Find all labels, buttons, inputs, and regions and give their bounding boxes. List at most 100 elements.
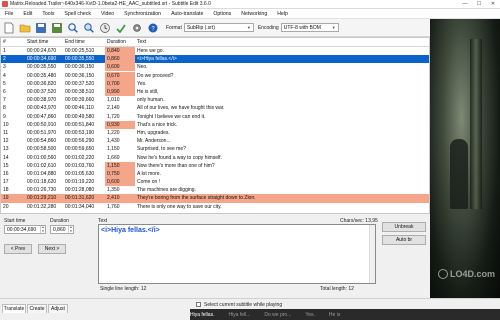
table-row[interactable]: 5 00:00:36,820 00:00:37,520 0,700 Yes. [1, 79, 429, 88]
timeline-sub[interactable]: Hiya fellas. [190, 312, 214, 318]
encoding-value: UTF-8 with BOM [283, 24, 321, 31]
timeline-sub[interactable]: Yes. [305, 312, 315, 318]
new-file-icon[interactable] [2, 21, 16, 35]
row-duration: 0,600 [105, 178, 135, 187]
menu-help[interactable]: Help [272, 11, 293, 17]
replace-icon[interactable] [82, 21, 96, 35]
table-row[interactable]: 8 00:00:43,970 00:00:46,110 2,140 All of our… [1, 104, 429, 112]
row-start-time: 00:00:50,910 [27, 121, 57, 128]
row-number: 5 [3, 80, 6, 87]
table-row[interactable]: 14 00:01:00,560 00:01:02,220 1,660 Now he's … [1, 153, 429, 161]
select-while-playing-checkbox[interactable] [196, 302, 201, 307]
row-duration: 1,430 [107, 138, 120, 145]
column-duration[interactable]: Duration [105, 38, 135, 46]
menu-options[interactable]: Options [208, 11, 236, 17]
format-select[interactable]: SubRip (.srt) ▼ [183, 23, 254, 32]
timeline-sub[interactable]: He is [329, 312, 340, 318]
video-player[interactable]: LO4D.com [430, 19, 500, 301]
row-start-time: 00:00:37,520 [27, 89, 57, 96]
table-row[interactable]: 20 00:01:32,280 00:01:34,040 1,760 There is … [1, 203, 429, 211]
minimize-button[interactable]: — [458, 1, 472, 7]
next-button[interactable]: Next > [38, 244, 66, 254]
row-end-time: 00:00:51,840 [65, 121, 95, 128]
save-as-icon[interactable] [50, 21, 64, 35]
row-end-time: 00:01:19,220 [65, 179, 95, 186]
encoding-select[interactable]: UTF-8 with BOM ▼ [280, 23, 339, 32]
duration-input[interactable]: 0,860 ▲ ▼ [50, 225, 74, 234]
menu-edit[interactable]: Edit [18, 11, 37, 17]
row-text: The machines are digging. [137, 187, 196, 194]
subtitle-timeline[interactable]: Hiya fellas. Hiya fell... Do we pro... Y… [190, 309, 500, 320]
row-duration: 1,150 [105, 161, 135, 170]
column-text[interactable]: Text [135, 38, 429, 46]
settings-icon[interactable] [130, 21, 144, 35]
tab-create[interactable]: Create [27, 304, 47, 313]
row-text: A lot more. [137, 170, 161, 177]
row-text: All of our lives, we have fought this wa… [137, 105, 225, 112]
table-row[interactable]: 19 00:01:29,210 00:01:31,620 2,410 They're b… [1, 194, 429, 203]
table-row[interactable]: 10 00:00:50,910 00:00:51,840 0,930 That's a … [1, 120, 429, 129]
visual-sync-icon[interactable] [98, 21, 112, 35]
prev-button[interactable]: < Prev [4, 244, 32, 254]
table-row[interactable]: 6 00:00:37,520 00:00:38,510 0,990 He is stil… [1, 88, 429, 97]
unbreak-button[interactable]: Unbreak [382, 222, 426, 232]
menu-tools[interactable]: Tools [37, 11, 59, 17]
subtitle-text-editor[interactable]: <i>Hiya fellas.</i> [98, 224, 376, 284]
spinner-icon[interactable]: ▲ ▼ [40, 225, 45, 233]
menu-synchronization[interactable]: Synchronization [119, 11, 166, 17]
row-end-time: 00:00:53,190 [65, 129, 95, 136]
menu-file[interactable]: File [0, 11, 18, 17]
table-row[interactable]: 2 00:00:34,690 00:00:35,550 0,860 <i>Hiya fe… [1, 55, 429, 64]
table-row[interactable]: 15 00:01:02,610 00:01:03,760 1,150 Now there… [1, 161, 429, 170]
row-end-time: 00:00:49,580 [65, 113, 95, 120]
table-row[interactable]: 11 00:00:51,970 00:00:53,190 1,220 Hm, upgra… [1, 129, 429, 137]
table-row[interactable]: 7 00:00:38,970 00:00:39,660 1,010 only human… [1, 96, 429, 104]
table-row[interactable]: 13 00:00:58,500 00:00:59,650 1,150 Surprised… [1, 145, 429, 153]
table-row[interactable]: 17 00:01:18,620 00:01:19,220 0,600 Come on ! [1, 178, 429, 187]
table-row[interactable]: 9 00:00:47,860 00:00:49,580 1,720 Tonight I … [1, 113, 429, 121]
maximize-button[interactable]: ☐ [472, 1, 486, 7]
text-scrollbar[interactable] [369, 225, 375, 283]
spell-check-icon[interactable] [114, 21, 128, 35]
column-start-time[interactable]: Start time [25, 38, 63, 46]
tab-translate[interactable]: Translate [2, 304, 26, 313]
subtitle-list[interactable]: # Start time End time Duration Text 1 00:… [0, 37, 430, 214]
table-row[interactable]: 18 00:01:26,730 00:01:28,080 1,350 The machi… [1, 186, 429, 194]
timeline-sub[interactable]: Do we pro... [264, 312, 291, 318]
watermark-logo-icon [438, 269, 448, 279]
row-duration: 1,660 [107, 154, 120, 161]
find-icon[interactable] [66, 21, 80, 35]
row-duration: 0,840 [105, 47, 135, 56]
table-row[interactable]: 1 00:00:24,670 00:00:25,510 0,840 Here we go… [1, 47, 429, 56]
table-row[interactable]: 4 00:00:35,480 00:00:36,150 0,670 Do we proc… [1, 71, 429, 80]
menu-auto-translate[interactable]: Auto-translate [166, 11, 208, 17]
menu-video[interactable]: Video [96, 11, 119, 17]
table-row[interactable]: 3 00:00:35,550 00:00:36,150 0,600 Neo. [1, 63, 429, 72]
tab-adjust[interactable]: Adjust [48, 304, 68, 313]
table-row[interactable]: 16 00:01:04,880 00:01:05,630 0,750 A lot mor… [1, 169, 429, 178]
close-button[interactable]: ✕ [486, 1, 500, 7]
row-number: 14 [3, 154, 9, 161]
auto-br-button[interactable]: Auto br [382, 235, 426, 245]
column-end-time[interactable]: End time [63, 38, 105, 46]
row-number: 12 [3, 138, 9, 145]
row-duration: 1,220 [107, 129, 120, 136]
start-time-input[interactable]: 00:00:34,690 ▲ ▼ [4, 225, 46, 234]
watermark: LO4D.com [438, 269, 495, 279]
row-number: 4 [3, 72, 6, 79]
table-row[interactable]: 12 00:00:54,860 00:00:56,290 1,430 Mr. Ander… [1, 137, 429, 145]
column-number[interactable]: # [1, 38, 25, 46]
start-time-value: 00:00:34,690 [7, 226, 37, 233]
row-text: Hm, upgrades. [137, 129, 170, 136]
menu-networking[interactable]: Networking [236, 11, 272, 17]
save-icon[interactable] [34, 21, 48, 35]
row-start-time: 00:01:00,560 [27, 154, 57, 161]
row-end-time: 00:00:38,510 [65, 89, 95, 96]
open-folder-icon[interactable] [18, 21, 32, 35]
menu-spell-check[interactable]: Spell check [59, 11, 96, 17]
grid-rows: 1 00:00:24,670 00:00:25,510 0,840 Here we go… [1, 47, 429, 211]
timeline-sub[interactable]: Hiya fell... [228, 312, 250, 318]
help-icon[interactable]: ? [146, 21, 160, 35]
spinner-icon[interactable]: ▲ ▼ [68, 225, 73, 233]
row-duration: 0,700 [105, 79, 135, 88]
